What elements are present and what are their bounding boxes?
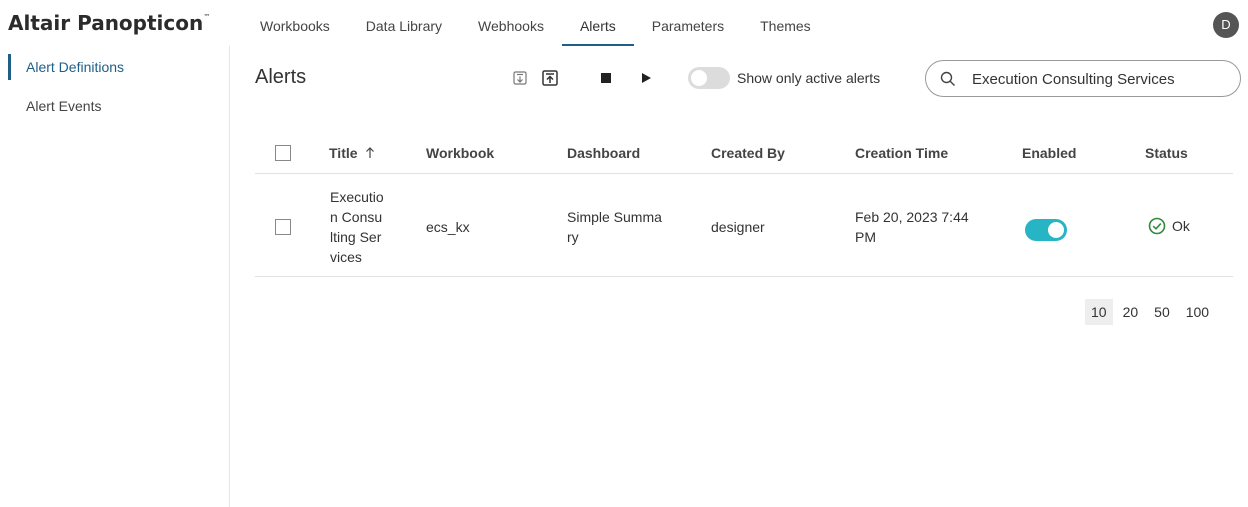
page-size-20[interactable]: 20 bbox=[1117, 299, 1145, 325]
tab-parameters[interactable]: Parameters bbox=[634, 0, 742, 46]
sidebar-item-alert-events[interactable]: Alert Events bbox=[0, 90, 229, 122]
page-size-selector: 10 20 50 100 bbox=[1085, 299, 1219, 325]
column-creation-time[interactable]: Creation Time bbox=[855, 145, 948, 161]
select-all-checkbox[interactable] bbox=[275, 145, 291, 161]
row-checkbox[interactable] bbox=[275, 219, 291, 235]
page-size-50[interactable]: 50 bbox=[1148, 299, 1176, 325]
tab-data-library[interactable]: Data Library bbox=[348, 0, 460, 46]
page-title: Alerts bbox=[255, 66, 307, 88]
enabled-toggle[interactable] bbox=[1025, 219, 1067, 241]
export-button[interactable] bbox=[510, 68, 530, 88]
arrow-up-icon bbox=[366, 147, 375, 158]
export-icon bbox=[513, 71, 527, 85]
column-title-label: Title bbox=[329, 145, 358, 161]
cell-creation-time: Feb 20, 2023 7:44 PM bbox=[855, 209, 969, 245]
play-icon bbox=[642, 73, 651, 83]
main-nav: Workbooks Data Library Webhooks Alerts P… bbox=[242, 0, 829, 46]
brand-name: Altair Panopticon bbox=[8, 11, 204, 35]
column-created-by[interactable]: Created By bbox=[711, 145, 785, 161]
active-alerts-toggle[interactable] bbox=[688, 67, 730, 89]
search-input[interactable] bbox=[972, 68, 1234, 90]
toggle-knob bbox=[691, 70, 707, 86]
page-size-100[interactable]: 100 bbox=[1180, 299, 1215, 325]
cell-created-by: designer bbox=[711, 219, 765, 235]
check-circle-icon bbox=[1148, 217, 1166, 235]
user-avatar[interactable]: D bbox=[1213, 12, 1239, 38]
tab-themes[interactable]: Themes bbox=[742, 0, 829, 46]
column-dashboard[interactable]: Dashboard bbox=[567, 145, 640, 161]
status-badge: Ok bbox=[1148, 217, 1190, 235]
column-enabled[interactable]: Enabled bbox=[1022, 145, 1076, 161]
column-status[interactable]: Status bbox=[1145, 145, 1188, 161]
stop-button[interactable] bbox=[596, 68, 616, 88]
page-size-10[interactable]: 10 bbox=[1085, 299, 1113, 325]
cell-workbook: ecs_kx bbox=[426, 219, 470, 235]
column-workbook[interactable]: Workbook bbox=[426, 145, 494, 161]
app-logo[interactable]: Altair Panopticon™ bbox=[8, 11, 210, 35]
table-header: Title Workbook Dashboard Created By Crea… bbox=[255, 132, 1233, 174]
toggle-knob bbox=[1048, 222, 1064, 238]
sidebar-item-alert-definitions[interactable]: Alert Definitions bbox=[0, 51, 229, 83]
table-row[interactable]: Executio n Consu lting Ser vices ecs_kx … bbox=[255, 175, 1233, 277]
import-button[interactable] bbox=[540, 68, 560, 88]
active-alerts-label: Show only active alerts bbox=[737, 70, 881, 86]
cell-dashboard: Simple Summa ry bbox=[567, 209, 662, 245]
import-icon bbox=[542, 70, 558, 86]
search-box[interactable] bbox=[925, 60, 1241, 97]
status-text: Ok bbox=[1172, 218, 1190, 234]
trademark: ™ bbox=[203, 13, 211, 21]
stop-icon bbox=[601, 73, 611, 83]
play-button[interactable] bbox=[636, 68, 656, 88]
column-title[interactable]: Title bbox=[329, 145, 375, 161]
cell-title: Executio n Consu lting Ser vices bbox=[330, 189, 384, 265]
sidebar: Alert Definitions Alert Events bbox=[0, 46, 230, 507]
tab-webhooks[interactable]: Webhooks bbox=[460, 0, 562, 46]
tab-alerts[interactable]: Alerts bbox=[561, 0, 634, 46]
top-bar: Altair Panopticon™ Workbooks Data Librar… bbox=[0, 0, 1248, 46]
tab-workbooks[interactable]: Workbooks bbox=[242, 0, 348, 46]
search-icon bbox=[940, 71, 955, 86]
